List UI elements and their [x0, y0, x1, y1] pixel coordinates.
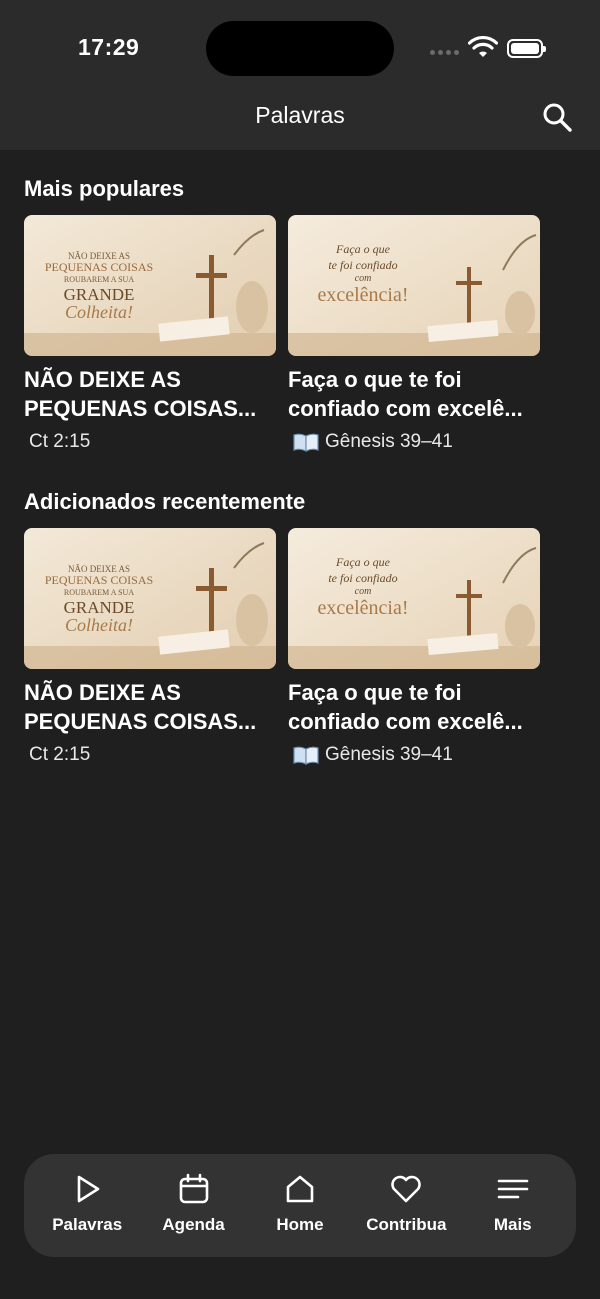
sermon-title: NÃO DEIXE AS PEQUENAS COISAS... — [24, 367, 257, 421]
thumb-text: excelência! — [317, 284, 408, 306]
sermon-card[interactable]: Faça o que te foi confiado com excelênci… — [288, 215, 540, 453]
top-bar: 17:29 Palavras — [0, 0, 600, 150]
tab-bar: Palavras Agenda Home Contribua Mais — [24, 1154, 576, 1257]
thumb-text: excelência! — [317, 597, 408, 619]
sermon-thumbnail: Faça o que te foi confiado com excelênci… — [288, 215, 540, 356]
tab-mais[interactable]: Mais — [463, 1172, 563, 1235]
thumb-text: Colheita! — [65, 302, 133, 322]
tab-home[interactable]: Home — [250, 1172, 350, 1235]
section-title-popular: Mais populares — [24, 176, 185, 201]
thumb-text: Faça o que — [335, 242, 391, 256]
thumb-text: ROUBAREM A SUA — [64, 275, 134, 284]
scripture-reference: Gênesis 39–41 — [288, 431, 540, 453]
home-icon — [286, 1175, 314, 1203]
cellular-signal-icon — [430, 50, 460, 58]
scripture-reference: Ct 2:15 — [29, 744, 91, 765]
battery-icon — [507, 39, 546, 58]
menu-icon — [497, 1179, 529, 1199]
play-icon — [77, 1175, 100, 1203]
sermon-title: NÃO DEIXE AS PEQUENAS COISAS... — [24, 680, 257, 734]
thumb-text: PEQUENAS COISAS — [45, 573, 153, 587]
sermon-card[interactable]: NÃO DEIXE AS PEQUENAS COISAS ROUBAREM A … — [24, 528, 276, 766]
tab-label: Agenda — [162, 1215, 225, 1234]
wifi-icon — [468, 36, 498, 57]
tab-label: Home — [276, 1215, 324, 1234]
tab-agenda[interactable]: Agenda — [144, 1172, 244, 1235]
tab-label: Palavras — [52, 1215, 123, 1234]
open-book-icon — [293, 746, 319, 765]
tab-label: Mais — [493, 1215, 532, 1234]
thumb-text: Faça o que — [335, 555, 391, 569]
heart-icon — [391, 1175, 422, 1203]
page-title: Palavras — [255, 102, 345, 128]
calendar-icon — [179, 1173, 208, 1204]
sermon-card[interactable]: Faça o que te foi confiado com excelênci… — [288, 528, 540, 766]
thumb-text: ROUBAREM A SUA — [64, 588, 134, 597]
tab-label: Contribua — [366, 1215, 447, 1234]
dynamic-island — [206, 21, 394, 76]
sermon-card[interactable]: NÃO DEIXE AS PEQUENAS COISAS ROUBAREM A … — [24, 215, 276, 453]
thumb-text: PEQUENAS COISAS — [45, 260, 153, 274]
sermon-title: Faça o que te foi confiado com excelê... — [288, 680, 523, 734]
sermon-thumbnail: NÃO DEIXE AS PEQUENAS COISAS ROUBAREM A … — [24, 215, 276, 356]
tab-contribua[interactable]: Contribua — [356, 1172, 456, 1235]
thumb-text: com — [355, 273, 372, 284]
open-book-icon — [293, 433, 319, 452]
scripture-reference: Ct 2:15 — [29, 431, 91, 452]
section-title-recent: Adicionados recentemente — [24, 489, 306, 514]
sermon-thumbnail: NÃO DEIXE AS PEQUENAS COISAS ROUBAREM A … — [24, 528, 276, 669]
sermon-thumbnail: Faça o que te foi confiado com excelênci… — [288, 528, 540, 669]
search-icon[interactable] — [540, 100, 574, 134]
status-time: 17:29 — [78, 34, 140, 60]
thumb-text: com — [355, 586, 372, 597]
tab-palavras[interactable]: Palavras — [37, 1172, 137, 1235]
scripture-reference: Gênesis 39–41 — [288, 744, 540, 766]
sermon-title: Faça o que te foi confiado com excelê... — [288, 367, 523, 421]
thumb-text: Colheita! — [65, 615, 133, 635]
thumb-text: te foi confiado — [328, 258, 397, 272]
thumb-text: te foi confiado — [328, 571, 397, 585]
